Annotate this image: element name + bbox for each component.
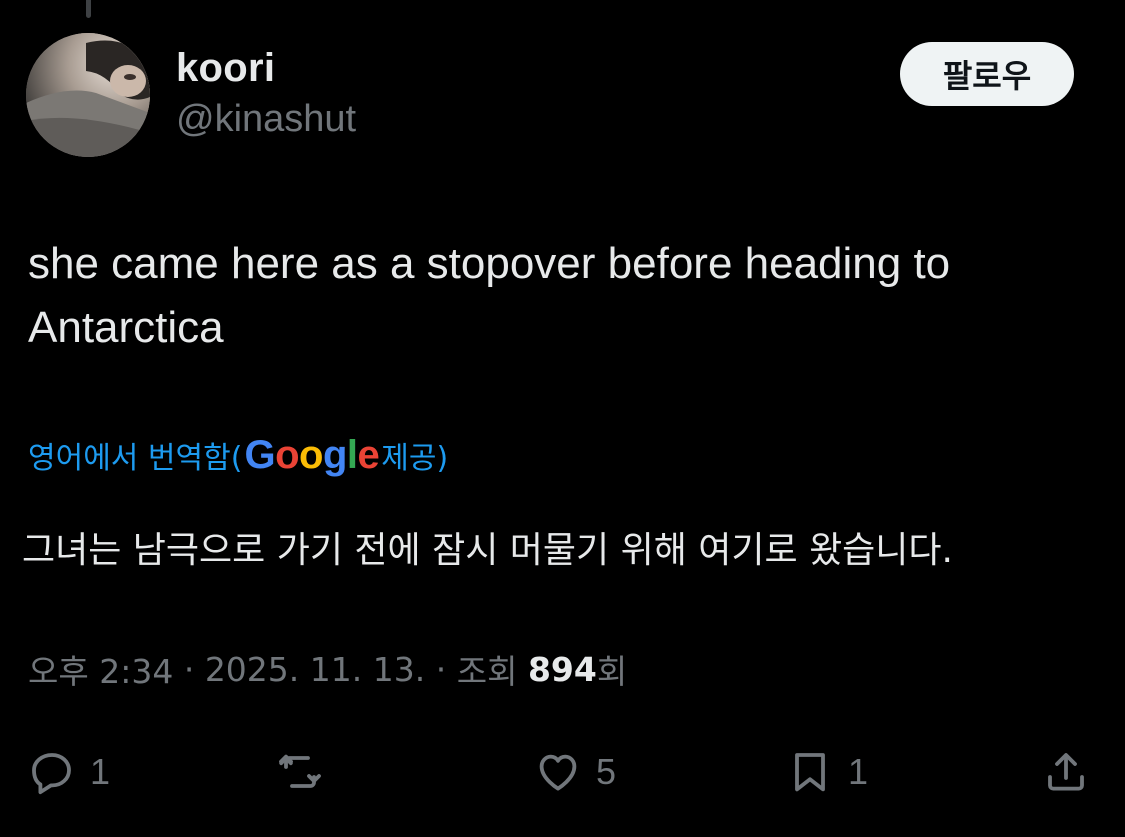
bookmark-button[interactable]: 1 <box>786 740 868 804</box>
google-logo-letter: o <box>275 432 300 477</box>
share-icon <box>1048 753 1084 791</box>
meta-separator: · <box>425 649 457 689</box>
thread-connector-line <box>86 0 91 18</box>
author-handle[interactable]: @kinashut <box>176 98 356 141</box>
google-logo-letter: e <box>357 432 380 477</box>
translation-attribution[interactable]: 영어에서 번역함( Google 제공) <box>28 430 448 480</box>
translation-label: 영어에서 번역함( <box>28 441 243 476</box>
repost-icon <box>279 754 321 788</box>
like-button[interactable]: 5 <box>534 740 616 804</box>
google-logo-letter: o <box>299 432 323 477</box>
reply-icon <box>32 753 71 795</box>
repost-button[interactable] <box>276 740 338 804</box>
reply-button[interactable]: 1 <box>28 740 110 804</box>
views-count: 894 <box>527 649 597 689</box>
reply-count: 1 <box>90 751 111 792</box>
bookmark-count: 1 <box>848 751 869 792</box>
google-logo-letter: G <box>244 432 276 477</box>
tweet-text: she came here as a stopover before headi… <box>28 239 951 352</box>
author-display-name[interactable]: koori <box>176 46 275 91</box>
google-logo-letter: g <box>322 432 347 477</box>
follow-button[interactable]: 팔로우 <box>900 42 1074 106</box>
heart-icon <box>539 754 577 791</box>
bookmark-icon <box>795 753 825 792</box>
tweet-time[interactable]: 오후 2:34 <box>28 645 173 693</box>
views-suffix: 회 <box>596 652 628 691</box>
google-logo: Google <box>244 433 379 478</box>
google-logo-letter: l <box>346 432 358 477</box>
like-count: 5 <box>596 751 617 792</box>
action-bar: 1 5 1 <box>0 740 1125 804</box>
translated-text: 그녀는 남극으로 가기 전에 잠시 머물기 위해 여기로 왔습니다. <box>22 530 953 571</box>
tweet-metadata: 오후 2:34 · 2025. 11. 13. · 조회 894 회 <box>28 644 627 694</box>
views-label: 조회 <box>456 652 528 691</box>
tweet-date[interactable]: 2025. 11. 13. <box>205 650 425 689</box>
meta-separator: · <box>173 649 205 689</box>
translation-provider-suffix: 제공) <box>381 441 449 476</box>
share-button[interactable] <box>1042 740 1104 804</box>
avatar[interactable] <box>26 33 150 157</box>
avatar-photo <box>26 33 150 157</box>
